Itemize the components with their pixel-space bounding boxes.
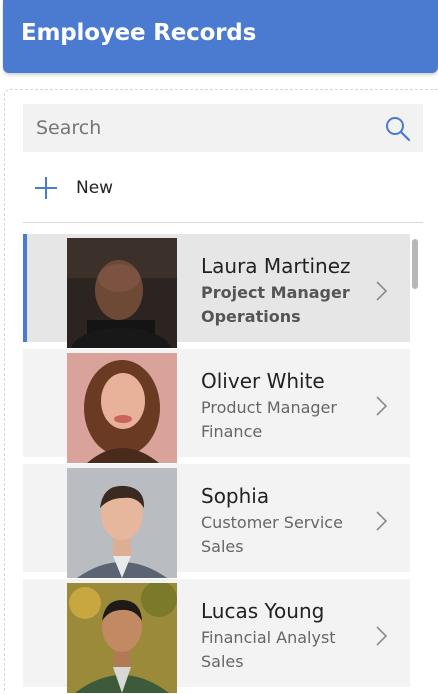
employee-list[interactable]: Laura Martinez Project Manager Operation… [23,234,411,694]
avatar [67,238,177,348]
avatar [67,583,177,693]
list-item[interactable]: Oliver White Product Manager Finance [23,349,410,463]
chevron-right-icon[interactable] [373,394,389,418]
employee-title: Customer Service [201,513,343,532]
employee-title: Product Manager [201,398,337,417]
employee-title: Project Manager [201,283,350,302]
new-button-label: New [76,178,114,198]
avatar [67,468,177,578]
scrollbar[interactable] [410,236,420,694]
chevron-right-icon[interactable] [373,624,389,648]
employee-department: Sales [201,652,244,671]
employee-title: Financial Analyst [201,628,336,647]
list-item[interactable]: Lucas Young Financial Analyst Sales [23,579,410,693]
new-button[interactable]: New [33,172,133,204]
employee-department: Operations [201,307,301,326]
divider [23,222,423,223]
plus-icon [35,177,57,199]
selection-indicator [23,234,27,342]
selection-indicator [23,349,27,457]
avatar [67,353,177,463]
selection-indicator [23,464,27,572]
scrollbar-thumb[interactable] [412,239,418,289]
app-header: Employee Records [3,0,438,73]
employee-name: Oliver White [201,369,325,393]
employee-name: Lucas Young [201,599,325,623]
employee-name: Sophia [201,484,270,508]
search-icon[interactable] [384,115,412,143]
employee-name: Laura Martinez [201,254,351,278]
selection-indicator [23,579,27,687]
search-box[interactable] [23,104,423,152]
chevron-right-icon[interactable] [373,509,389,533]
search-input[interactable] [23,104,378,152]
page-title: Employee Records [21,20,257,46]
list-item[interactable]: Sophia Customer Service Sales [23,464,410,578]
list-item[interactable]: Laura Martinez Project Manager Operation… [23,234,410,348]
employee-department: Finance [201,422,263,441]
chevron-right-icon[interactable] [373,279,389,303]
employee-department: Sales [201,537,244,556]
